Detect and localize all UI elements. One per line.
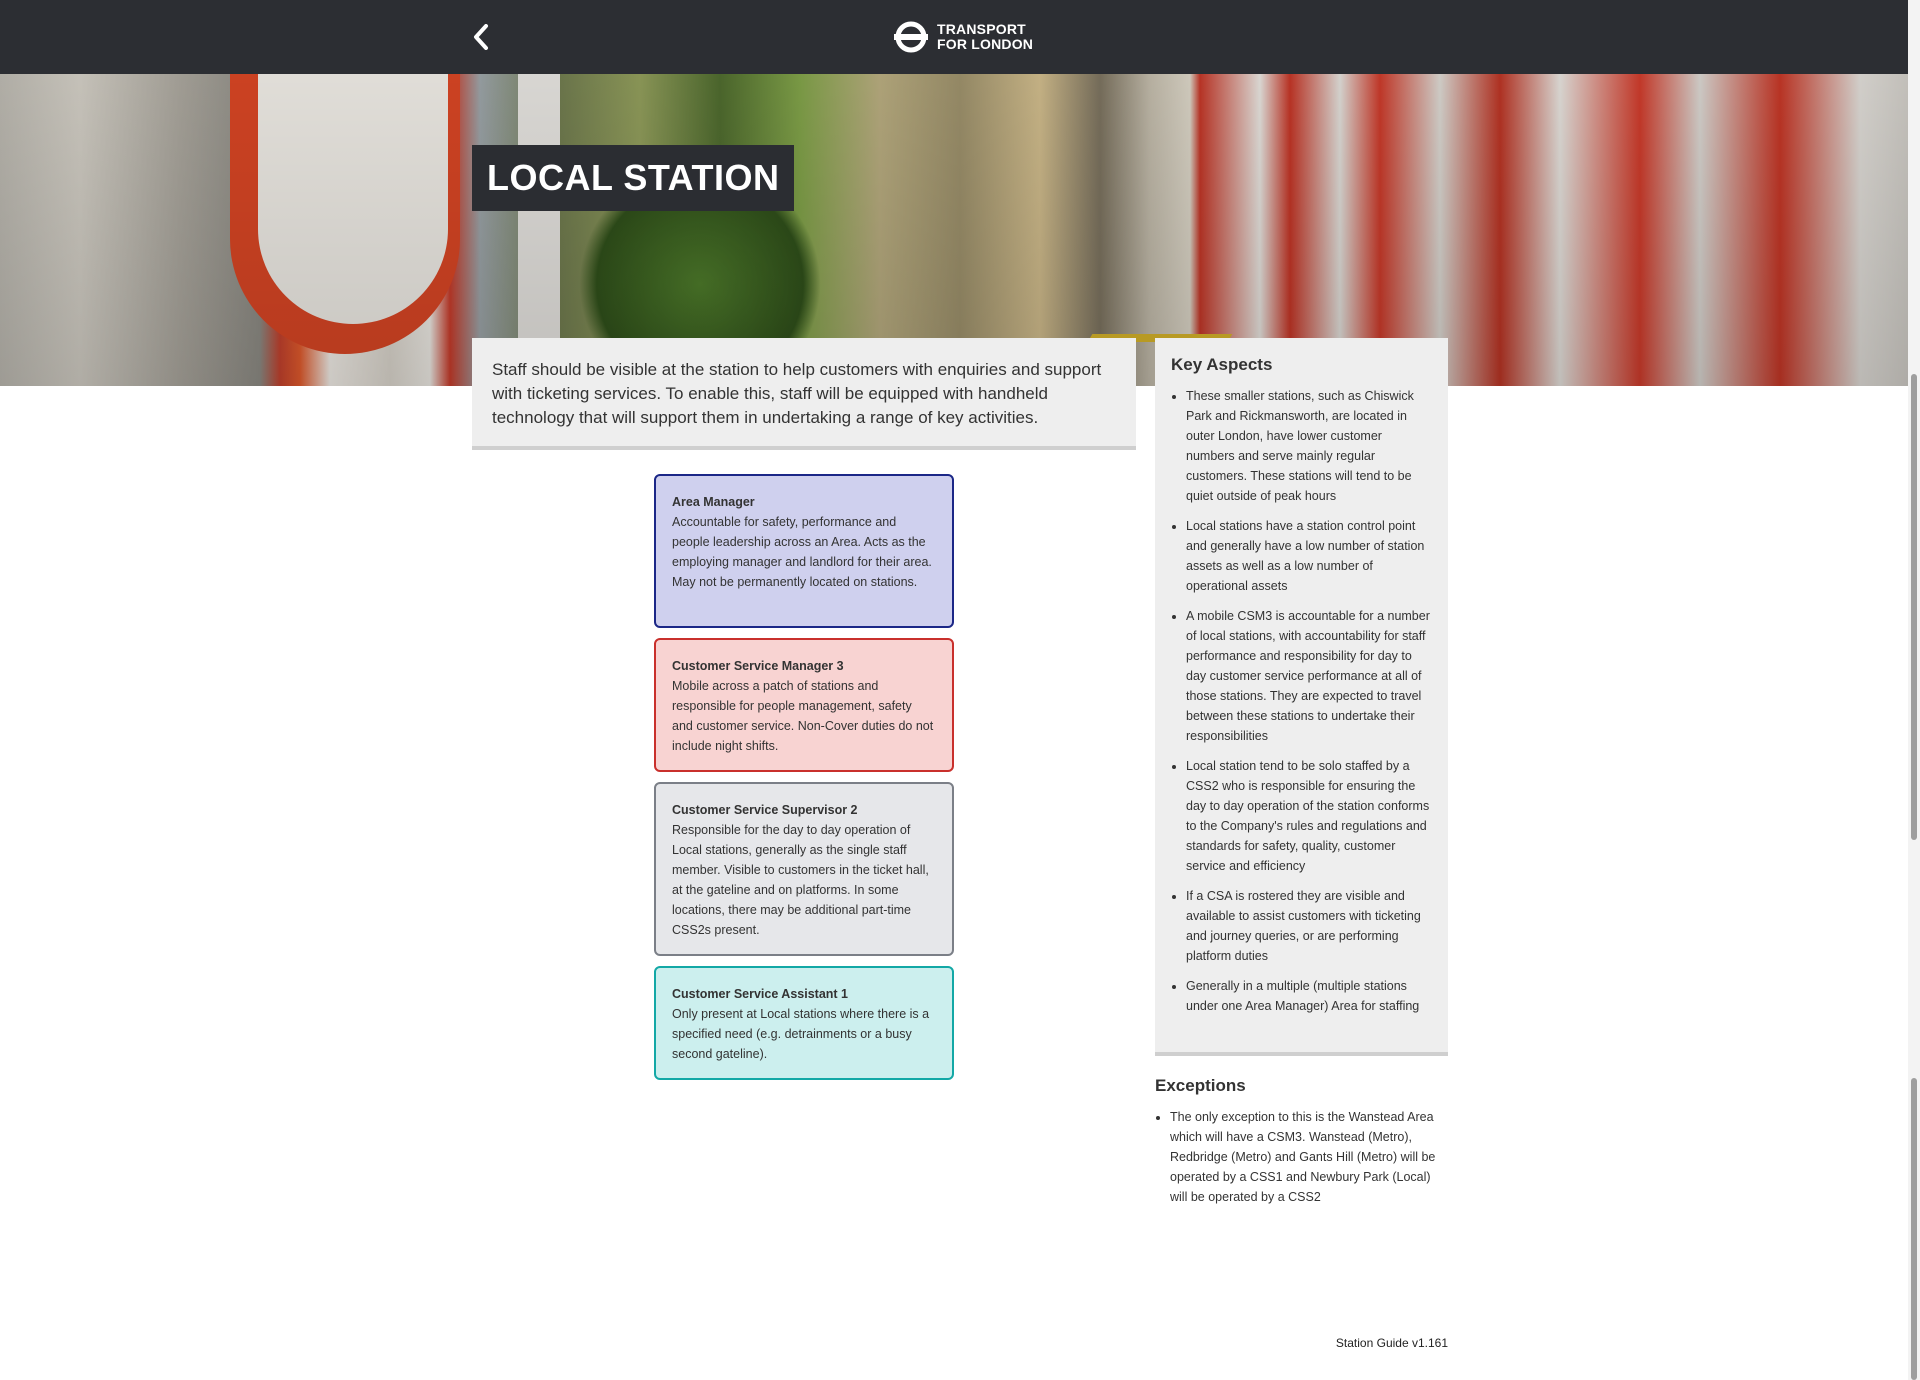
list-item: If a CSA is rostered they are visible an… bbox=[1186, 886, 1432, 966]
list-item: Generally in a multiple (multiple statio… bbox=[1186, 976, 1432, 1016]
role-card-customer-service-supervisor[interactable]: Customer Service Supervisor 2 Responsibl… bbox=[654, 782, 954, 956]
role-description: Responsible for the day to day operation… bbox=[672, 823, 929, 937]
scrollbar-thumb-secondary[interactable] bbox=[1911, 1078, 1917, 1380]
role-description: Mobile across a patch of stations and re… bbox=[672, 679, 934, 753]
chevron-left-icon bbox=[474, 24, 488, 50]
back-button[interactable] bbox=[466, 20, 496, 54]
version-label: Station Guide v1.161 bbox=[1335, 1336, 1448, 1350]
role-card-area-manager[interactable]: Area Manager Accountable for safety, per… bbox=[654, 474, 954, 628]
exceptions-heading: Exceptions bbox=[1155, 1076, 1246, 1095]
logo-line-1: TRANSPORT bbox=[937, 21, 1026, 37]
role-title: Customer Service Manager 3 bbox=[672, 659, 844, 673]
role-title: Customer Service Supervisor 2 bbox=[672, 803, 858, 817]
page-title: LOCAL STATION bbox=[487, 157, 780, 198]
role-title: Area Manager bbox=[672, 495, 755, 509]
key-aspects-panel: Key Aspects These smaller stations, such… bbox=[1155, 338, 1448, 1056]
exceptions-section: Exceptions The only exception to this is… bbox=[1155, 1075, 1448, 1207]
exceptions-list: The only exception to this is the Wanste… bbox=[1155, 1107, 1448, 1207]
list-item: Local stations have a station control po… bbox=[1186, 516, 1432, 596]
tfl-logo: TRANSPORT FOR LONDON bbox=[893, 20, 1033, 54]
role-description: Accountable for safety, performance and … bbox=[672, 515, 932, 589]
key-aspects-heading: Key Aspects bbox=[1171, 355, 1273, 374]
list-item: A mobile CSM3 is accountable for a numbe… bbox=[1186, 606, 1432, 746]
logo-line-2: FOR LONDON bbox=[937, 36, 1034, 52]
intro-panel: Staff should be visible at the station t… bbox=[472, 338, 1136, 450]
role-description: Only present at Local stations where the… bbox=[672, 1007, 930, 1061]
role-card-customer-service-assistant[interactable]: Customer Service Assistant 1 Only presen… bbox=[654, 966, 954, 1080]
list-item: These smaller stations, such as Chiswick… bbox=[1186, 386, 1432, 506]
list-item: Local station tend to be solo staffed by… bbox=[1186, 756, 1432, 876]
role-card-customer-service-manager[interactable]: Customer Service Manager 3 Mobile across… bbox=[654, 638, 954, 772]
tfl-roundel-icon bbox=[894, 21, 928, 53]
role-title: Customer Service Assistant 1 bbox=[672, 987, 849, 1001]
top-bar: TRANSPORT FOR LONDON bbox=[0, 0, 1920, 74]
list-item: The only exception to this is the Wanste… bbox=[1170, 1107, 1448, 1207]
page-title-box: LOCAL STATION bbox=[472, 145, 795, 211]
scrollbar-thumb[interactable] bbox=[1911, 374, 1917, 840]
logo-text: TRANSPORT FOR LONDON bbox=[937, 22, 1033, 52]
key-aspects-list: These smaller stations, such as Chiswick… bbox=[1171, 386, 1432, 1016]
intro-text: Staff should be visible at the station t… bbox=[492, 360, 1102, 427]
